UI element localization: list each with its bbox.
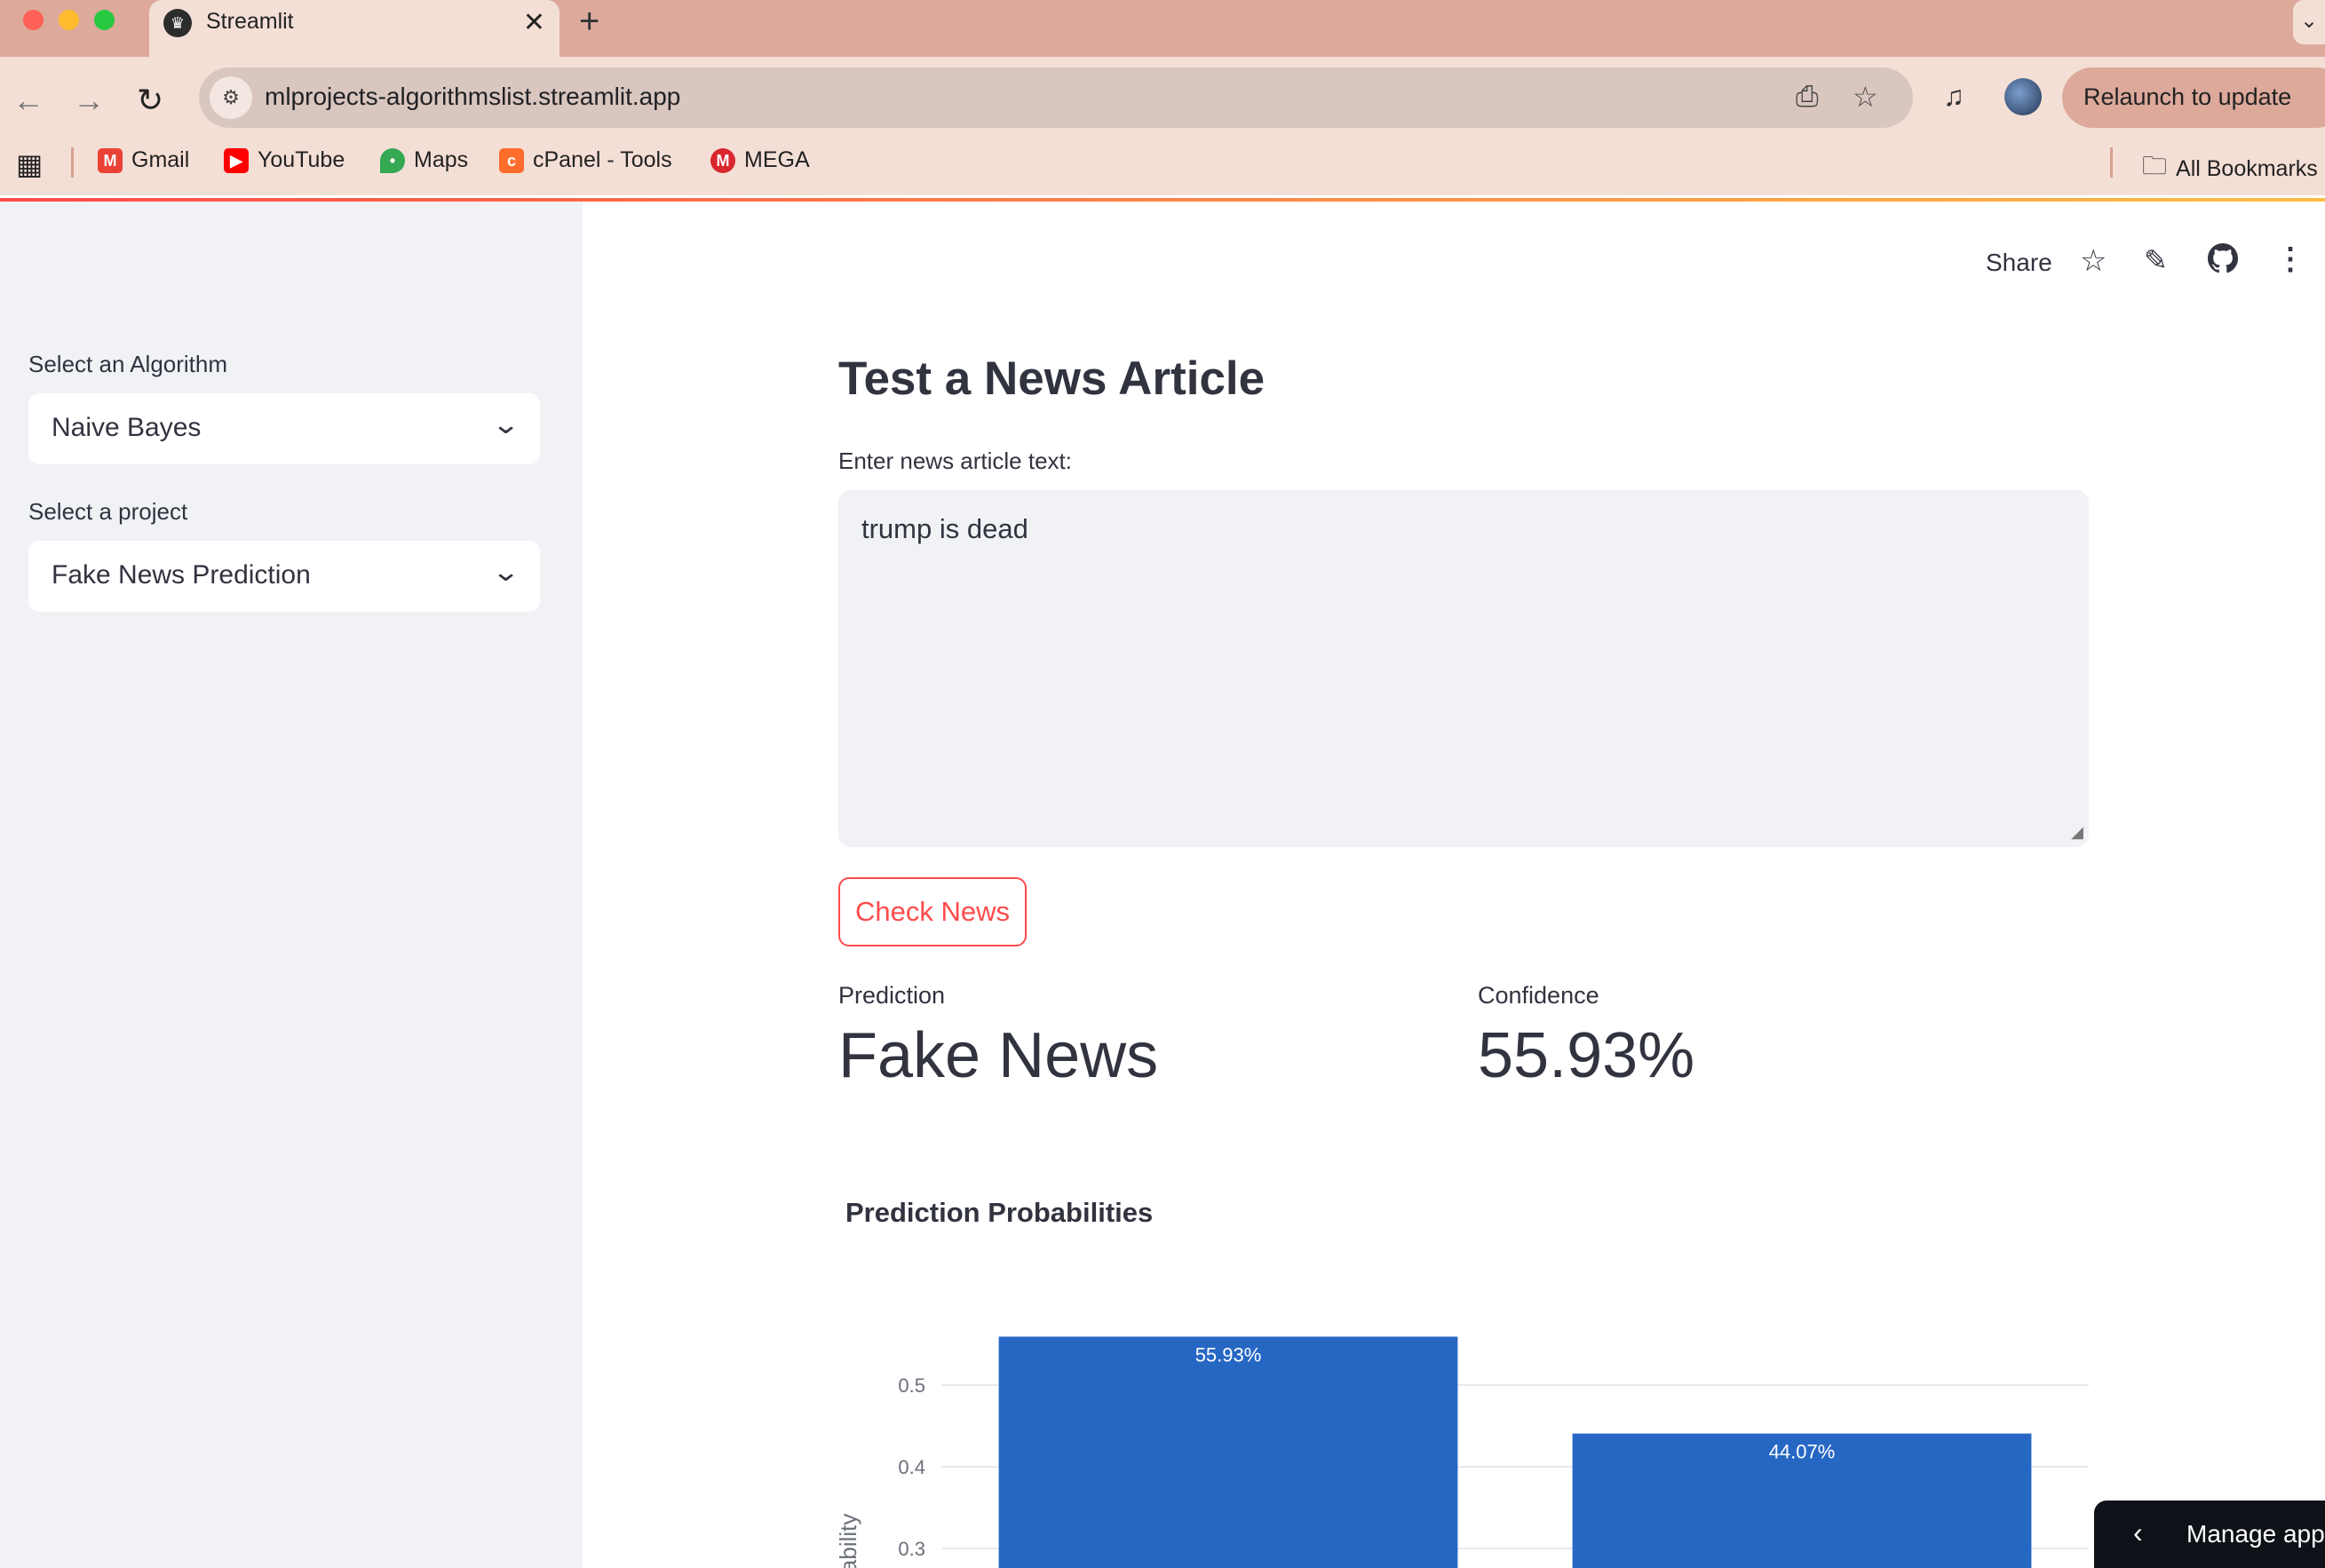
prediction-value: Fake News	[838, 1020, 1159, 1091]
bookmarks-divider	[2110, 147, 2113, 178]
confidence-value: 55.93%	[1478, 1020, 1695, 1091]
star-icon[interactable]: ☆	[2080, 243, 2107, 279]
browser-tab[interactable]: ♛ Streamlit ✕	[149, 0, 559, 57]
bookmark-youtube[interactable]: ▶ YouTube	[224, 147, 345, 173]
bookmark-star-icon[interactable]: ☆	[1853, 80, 1878, 114]
article-text-label: Enter news article text:	[838, 447, 1072, 474]
maps-icon: •	[380, 147, 405, 173]
bar-data-label: 44.07%	[1769, 1441, 1836, 1463]
address-bar[interactable]: ⚙ mlprojects-algorithmslist.streamlit.ap…	[199, 67, 1913, 128]
y-tick-label: 0.4	[898, 1456, 925, 1478]
folder-icon: 🗀	[2142, 152, 2168, 179]
bookmarks-bar: ▦ M Gmail ▶ YouTube • Maps c cPanel - To…	[0, 133, 2325, 195]
bookmark-label: Maps	[414, 147, 469, 172]
bookmark-maps[interactable]: • Maps	[380, 147, 468, 173]
probability-bar-chart[interactable]: 0.5 0.4 0.3 Probability 55.93% 44.07%	[835, 1296, 2096, 1568]
maximize-window-button[interactable]	[94, 10, 115, 30]
share-button[interactable]: Share	[1986, 249, 2052, 277]
bookmark-label: cPanel - Tools	[533, 147, 672, 172]
edit-pencil-icon[interactable]: ✎	[2144, 243, 2168, 277]
cpanel-icon: c	[499, 147, 524, 173]
bar-data-label: 55.93%	[1195, 1343, 1262, 1366]
project-select-value: Fake News Prediction	[52, 560, 311, 590]
all-bookmarks-folder[interactable]: 🗀 All Bookmarks	[2142, 147, 2318, 190]
bookmarks-divider	[71, 147, 74, 178]
y-axis-label: Probability	[835, 1514, 861, 1568]
close-window-button[interactable]	[23, 10, 44, 30]
tab-close-icon[interactable]: ✕	[523, 7, 545, 38]
prediction-label: Prediction	[838, 982, 946, 1009]
confidence-label: Confidence	[1478, 982, 1599, 1009]
algorithm-select-label: Select an Algorithm	[28, 351, 228, 377]
bookmark-mega[interactable]: M MEGA	[710, 147, 810, 173]
minimize-window-button[interactable]	[59, 10, 79, 30]
article-text-input[interactable]: trump is dead ◢	[838, 490, 2089, 847]
chart-bar[interactable]	[998, 1336, 1458, 1568]
chevron-down-icon: ⌄	[491, 410, 520, 440]
algorithm-select-value: Naive Bayes	[52, 413, 202, 442]
resize-handle-icon[interactable]: ◢	[2071, 823, 2083, 842]
mega-icon: M	[710, 147, 735, 173]
check-news-button[interactable]: Check News	[838, 877, 1027, 946]
new-tab-button[interactable]: +	[579, 2, 599, 42]
browser-tab-strip: ♛ Streamlit ✕ + ⌄	[0, 0, 2325, 57]
manage-app-button[interactable]: ‹ Manage app	[2094, 1501, 2325, 1568]
project-select-label: Select a project	[28, 498, 188, 525]
bookmark-gmail[interactable]: M Gmail	[98, 147, 189, 173]
profile-avatar[interactable]	[2004, 78, 2042, 115]
relaunch-button[interactable]: Relaunch to update	[2062, 67, 2325, 128]
bookmark-cpanel[interactable]: c cPanel - Tools	[499, 147, 672, 173]
reload-icon[interactable]: ↻	[137, 82, 163, 119]
article-text-value[interactable]: trump is dead	[861, 513, 1028, 545]
install-app-icon[interactable]: ⎙	[1796, 80, 1819, 114]
bookmark-label: MEGA	[744, 147, 810, 172]
media-control-icon[interactable]: ♫	[1943, 80, 1964, 113]
chevron-left-icon: ‹	[2133, 1517, 2143, 1548]
apps-grid-icon[interactable]: ▦	[16, 147, 43, 181]
forward-arrow-icon[interactable]: →	[73, 82, 105, 119]
github-icon[interactable]	[2208, 243, 2239, 280]
url-text[interactable]: mlprojects-algorithmslist.streamlit.app	[265, 83, 680, 111]
project-select[interactable]: Fake News Prediction ⌄	[28, 541, 540, 612]
site-info-icon[interactable]: ⚙	[210, 76, 252, 119]
chart-title: Prediction Probabilities	[845, 1197, 1154, 1228]
chevron-down-icon: ⌄	[491, 558, 520, 587]
y-tick-label: 0.5	[898, 1374, 925, 1397]
tab-title: Streamlit	[206, 9, 294, 34]
page-title: Test a News Article	[838, 352, 1266, 405]
all-bookmarks-label: All Bookmarks	[2176, 155, 2318, 181]
youtube-icon: ▶	[224, 147, 249, 173]
sidebar: Select an Algorithm Naive Bayes ⌄ Select…	[0, 202, 583, 1568]
tab-search-chevron-icon[interactable]: ⌄	[2293, 0, 2325, 44]
more-menu-icon[interactable]: ⋮	[2275, 242, 2305, 277]
relaunch-label: Relaunch to update	[2083, 83, 2292, 110]
manage-app-label: Manage app	[2186, 1520, 2325, 1548]
algorithm-select[interactable]: Naive Bayes ⌄	[28, 393, 540, 464]
bookmark-label: YouTube	[258, 147, 345, 172]
y-tick-label: 0.3	[898, 1538, 925, 1560]
bookmark-label: Gmail	[131, 147, 190, 172]
back-arrow-icon[interactable]: ←	[12, 82, 44, 119]
gmail-icon: M	[98, 147, 123, 173]
streamlit-crown-icon: ♛	[163, 9, 192, 37]
